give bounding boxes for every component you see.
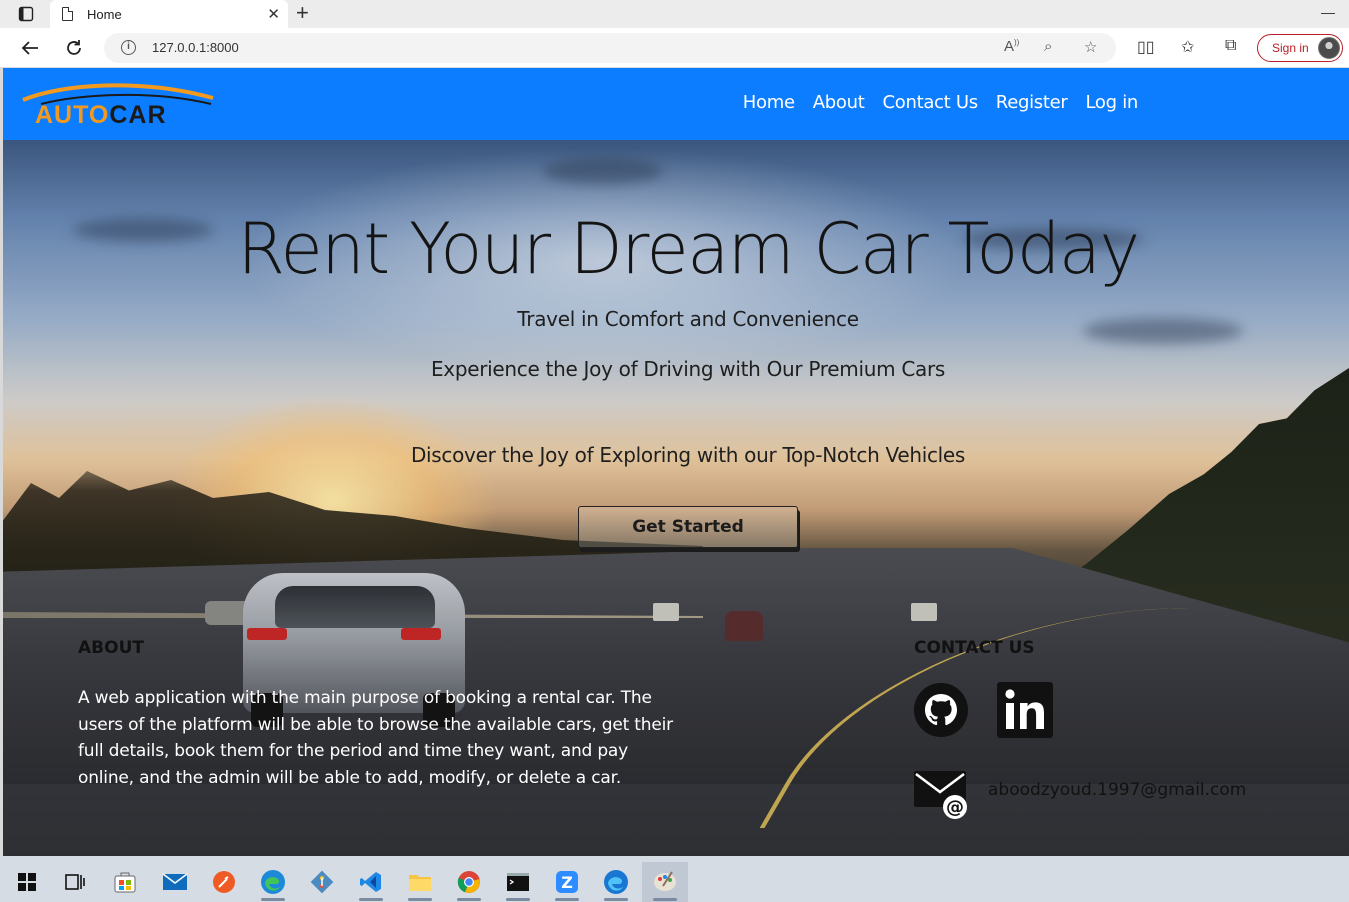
sign-in-button[interactable]: Sign in	[1257, 34, 1343, 62]
zoom-icon[interactable]: ⌕	[1044, 38, 1052, 55]
windows-taskbar: Z	[0, 856, 1349, 902]
svg-text:Z: Z	[561, 873, 573, 892]
page-icon	[62, 7, 73, 21]
page-viewport: AUTOCAR Home About Contact Us Register L…	[3, 68, 1349, 856]
contact-heading: CONTACT US	[914, 638, 1035, 658]
close-tab-icon[interactable]: ✕	[267, 5, 280, 23]
url-text[interactable]: 127.0.0.1:8000	[152, 40, 239, 55]
running-indicator	[604, 898, 628, 901]
logo-wordmark: AUTOCAR	[35, 102, 167, 128]
new-tab-icon[interactable]: +	[296, 1, 309, 25]
nav-log-in[interactable]: Log in	[1086, 92, 1139, 113]
file-explorer-icon[interactable]	[400, 862, 440, 902]
site-logo[interactable]: AUTOCAR	[21, 80, 217, 128]
running-indicator	[555, 898, 579, 901]
about-heading: ABOUT	[78, 638, 144, 658]
hero-subtitle: Travel in Comfort and Convenience	[517, 307, 859, 331]
terminal-icon[interactable]	[498, 862, 538, 902]
get-started-button[interactable]: Get Started	[578, 506, 798, 548]
tab-title: Home	[87, 6, 122, 22]
favorite-star-icon[interactable]: ☆	[1084, 38, 1097, 56]
mail-icon[interactable]	[155, 862, 195, 902]
store-icon[interactable]	[105, 862, 145, 902]
hero-description: Discover the Joy of Exploring with our T…	[410, 443, 966, 467]
logo-part-car: CAR	[109, 101, 167, 129]
email-icon[interactable]: @	[913, 769, 969, 821]
main-nav: Home About Contact Us Register Log in	[743, 92, 1139, 113]
zoom-app-icon[interactable]: Z	[547, 862, 587, 902]
browser-tab[interactable]: Home ✕	[50, 0, 288, 28]
linkedin-icon[interactable]	[997, 682, 1053, 738]
task-view-icon[interactable]	[55, 862, 95, 902]
logo-part-auto: AUTO	[35, 101, 110, 129]
hero-title: Rent Your Dream Car Today	[237, 208, 1140, 290]
sign-in-label: Sign in	[1272, 41, 1309, 55]
start-icon[interactable]	[7, 862, 47, 902]
read-aloud-icon[interactable]: A))	[1004, 38, 1019, 55]
refresh-icon[interactable]	[62, 36, 86, 60]
tab-actions-icon[interactable]	[14, 4, 38, 24]
chrome-icon[interactable]	[449, 862, 489, 902]
edge-dev-icon[interactable]	[596, 862, 636, 902]
svg-text:@: @	[946, 797, 964, 818]
address-bar[interactable]: i 127.0.0.1:8000 A)) ⌕ ☆	[104, 33, 1116, 63]
site-info-icon[interactable]: i	[121, 40, 136, 55]
nav-home[interactable]: Home	[743, 92, 795, 113]
running-indicator	[653, 898, 677, 901]
running-indicator	[457, 898, 481, 901]
running-indicator	[408, 898, 432, 901]
contact-email[interactable]: aboodzyoud.1997@gmail.com	[988, 780, 1246, 800]
postman-icon[interactable]	[204, 862, 244, 902]
running-indicator	[506, 898, 530, 901]
vscode-icon[interactable]	[351, 862, 391, 902]
git-icon[interactable]	[302, 862, 342, 902]
edge-icon[interactable]	[253, 862, 293, 902]
browser-tab-bar: Home ✕ + —	[0, 0, 1349, 28]
site-navbar: AUTOCAR Home About Contact Us Register L…	[3, 68, 1349, 140]
paint-icon[interactable]	[642, 862, 688, 902]
browser-toolbar: i 127.0.0.1:8000 A)) ⌕ ☆ ▯▯ ✩ ⧉ Sign in	[0, 28, 1349, 68]
github-icon[interactable]	[913, 682, 969, 738]
favorites-icon[interactable]: ✩	[1181, 37, 1194, 57]
nav-register[interactable]: Register	[996, 92, 1068, 113]
running-indicator	[261, 898, 285, 901]
running-indicator	[359, 898, 383, 901]
nav-contact-us[interactable]: Contact Us	[882, 92, 978, 113]
split-screen-icon[interactable]: ▯▯	[1137, 37, 1155, 57]
hero-tagline: Experience the Joy of Driving with Our P…	[430, 357, 946, 381]
avatar	[1318, 37, 1340, 59]
back-arrow-icon[interactable]	[18, 36, 42, 60]
get-started-label: Get Started	[632, 517, 744, 537]
minimize-icon[interactable]: —	[1321, 4, 1335, 20]
nav-about[interactable]: About	[813, 92, 865, 113]
collections-icon[interactable]: ⧉	[1225, 37, 1236, 55]
about-text: A web application with the main purpose …	[78, 688, 673, 788]
